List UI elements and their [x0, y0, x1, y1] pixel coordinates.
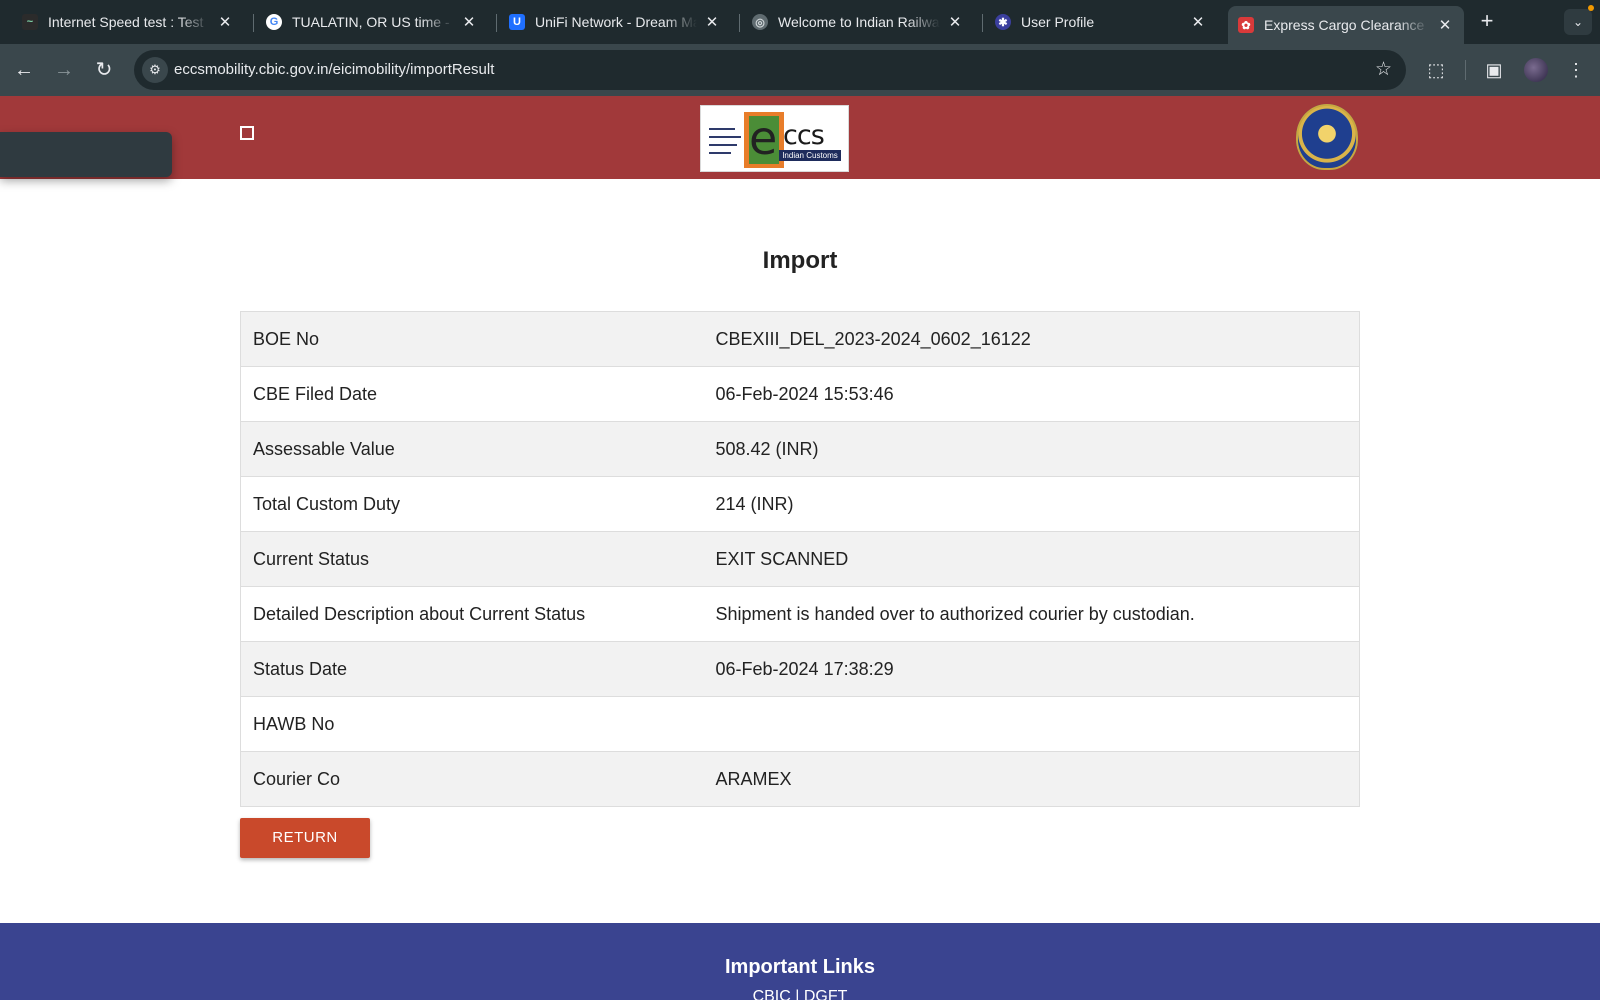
table-row: BOE No CBEXIII_DEL_2023-2024_0602_16122	[240, 311, 1360, 367]
cbic-icon: ✿	[1238, 17, 1254, 33]
tab-express-cargo-clearance[interactable]: ✿ Express Cargo Clearance ✕	[1228, 6, 1464, 44]
tab-divider	[496, 14, 497, 32]
speed-line	[709, 152, 731, 154]
row-value: EXIT SCANNED	[703, 531, 1360, 587]
profile-icon: ✱	[995, 14, 1011, 30]
tab-search-button[interactable]: ⌄	[1564, 9, 1592, 35]
browser-tab-strip: ~ Internet Speed test : Test ✕ G TUALATI…	[0, 0, 1600, 44]
logo-e-letter: e	[749, 111, 778, 165]
tab-speedtest[interactable]: ~ Internet Speed test : Test ✕	[12, 6, 244, 38]
bookmark-star-icon[interactable]: ☆	[1375, 58, 1392, 81]
tab-title: Welcome to Indian Railway	[778, 14, 940, 30]
tab-title: UniFi Network - Dream Ma	[535, 14, 697, 30]
row-value: 06-Feb-2024 15:53:46	[703, 366, 1360, 422]
footer-title: Important Links	[724, 956, 875, 978]
row-value: 214 (INR)	[703, 476, 1360, 532]
row-label: Courier Co	[240, 751, 704, 807]
tab-indian-railway[interactable]: ◎ Welcome to Indian Railway ✕	[742, 6, 974, 38]
row-label: HAWB No	[240, 696, 704, 752]
tab-divider	[982, 14, 983, 32]
tab-title: Express Cargo Clearance	[1264, 17, 1425, 33]
close-icon[interactable]: ✕	[1436, 16, 1454, 34]
page-title: Import	[762, 247, 838, 274]
forward-arrow-icon[interactable]: →	[50, 56, 78, 84]
row-label: CBE Filed Date	[240, 366, 704, 422]
new-tab-button[interactable]: +	[1475, 10, 1499, 34]
speed-line	[709, 136, 741, 138]
row-label: Detailed Description about Current Statu…	[240, 586, 704, 642]
row-label: Total Custom Duty	[240, 476, 704, 532]
tab-title: TUALATIN, OR US time - G	[292, 14, 454, 30]
row-value	[703, 696, 1360, 752]
close-icon[interactable]: ✕	[1189, 13, 1207, 31]
row-label: Status Date	[240, 641, 704, 697]
notification-dot	[1588, 5, 1594, 11]
logo-text: ccs	[783, 120, 825, 151]
row-label: Assessable Value	[240, 421, 704, 477]
close-icon[interactable]: ✕	[946, 13, 964, 31]
globe-icon: ◎	[752, 14, 768, 30]
browser-toolbar: ← → ↻ ⚙ eccsmobility.cbic.gov.in/eicimob…	[0, 44, 1600, 96]
row-label: Current Status	[240, 531, 704, 587]
site-info-icon[interactable]: ⚙	[142, 57, 168, 83]
tab-divider	[253, 14, 254, 32]
toolbar-divider	[1465, 60, 1466, 80]
import-result-table: BOE No CBEXIII_DEL_2023-2024_0602_16122 …	[240, 311, 1360, 807]
row-label: BOE No	[240, 311, 704, 367]
url-text[interactable]: eccsmobility.cbic.gov.in/eicimobility/im…	[174, 61, 494, 78]
table-row: Status Date 06-Feb-2024 17:38:29	[240, 641, 1360, 697]
side-menu-panel[interactable]	[0, 132, 172, 177]
table-row: Courier Co ARAMEX	[240, 751, 1360, 807]
row-value: CBEXIII_DEL_2023-2024_0602_16122	[703, 311, 1360, 367]
table-row: Total Custom Duty 214 (INR)	[240, 476, 1360, 532]
speed-line	[709, 128, 735, 130]
back-arrow-icon[interactable]: ←	[10, 56, 38, 84]
table-row: Detailed Description about Current Statu…	[240, 586, 1360, 642]
profile-avatar[interactable]	[1524, 58, 1548, 82]
row-value: 508.42 (INR)	[703, 421, 1360, 477]
address-bar[interactable]: ⚙ eccsmobility.cbic.gov.in/eicimobility/…	[134, 50, 1406, 90]
logo-subtext: Indian Customs	[779, 150, 841, 161]
speedtest-icon: ~	[22, 14, 38, 30]
close-icon[interactable]: ✕	[460, 13, 478, 31]
speed-line	[709, 144, 737, 146]
extensions-icon[interactable]: ⬚	[1422, 56, 1450, 84]
row-value: 06-Feb-2024 17:38:29	[703, 641, 1360, 697]
eccs-logo: e ccs Indian Customs	[700, 105, 849, 172]
side-panel-icon[interactable]: ▣	[1480, 56, 1508, 84]
more-menu-icon[interactable]: ⋮	[1562, 56, 1590, 84]
footer-links[interactable]: CBIC | DGFT	[0, 988, 1600, 1000]
table-row: HAWB No	[240, 696, 1360, 752]
close-icon[interactable]: ✕	[216, 13, 234, 31]
table-row: Assessable Value 508.42 (INR)	[240, 421, 1360, 477]
tab-divider	[739, 14, 740, 32]
tab-tualatin-time[interactable]: G TUALATIN, OR US time - G ✕	[256, 6, 488, 38]
customs-emblem-icon	[1296, 104, 1358, 170]
row-value: ARAMEX	[703, 751, 1360, 807]
reload-icon[interactable]: ↻	[90, 56, 118, 84]
tab-title: User Profile	[1021, 14, 1095, 30]
tab-title: Internet Speed test : Test	[48, 14, 204, 30]
return-button[interactable]: RETURN	[240, 818, 370, 858]
unifi-icon: U	[509, 14, 525, 30]
close-icon[interactable]: ✕	[703, 13, 721, 31]
menu-toggle-icon[interactable]	[240, 126, 254, 140]
table-row: CBE Filed Date 06-Feb-2024 15:53:46	[240, 366, 1360, 422]
table-row: Current Status EXIT SCANNED	[240, 531, 1360, 587]
tab-user-profile[interactable]: ✱ User Profile ✕	[985, 6, 1217, 38]
tab-unifi[interactable]: U UniFi Network - Dream Ma ✕	[499, 6, 731, 38]
google-icon: G	[266, 14, 282, 30]
row-value: Shipment is handed over to authorized co…	[703, 586, 1360, 642]
site-footer: Important Links CBIC | DGFT	[0, 923, 1600, 1000]
